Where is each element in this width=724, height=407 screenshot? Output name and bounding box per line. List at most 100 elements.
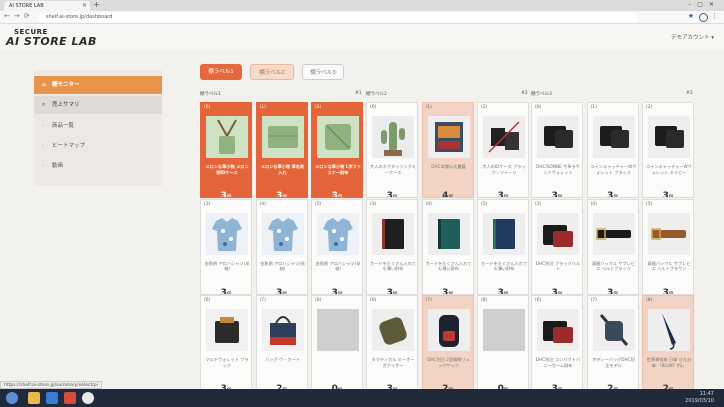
shelf-cell[interactable]: (4) カードをたくさん入れても薄い財布 3個 [421,198,474,295]
start-button[interactable] [6,392,18,404]
product-image [372,116,414,158]
shelf-cell[interactable]: (6)タクティカル キーオーガナイザー3個 [366,295,418,391]
product-image [427,309,470,351]
cell-index: (4) [590,201,597,207]
cell-index: (1) [259,105,266,110]
shelf-cell[interactable]: (2) コインキャッチャーWウォレット ネイビー 3個 [642,102,694,198]
cell-index: (2) [481,105,488,110]
shelf-cell[interactable]: (5) カードをたくさん入れても薄い財布 3個 [477,198,529,295]
star-icon[interactable]: ★ [688,12,694,20]
shelf-cell[interactable]: (8)世界最強傘 日傘 ひ九分傘 「BLUNT XS」2個 [642,295,694,391]
home-icon: ⌂ [42,82,46,88]
shelf-cell[interactable]: (8)0個 [311,295,363,391]
product-image [261,309,304,351]
product-image [261,212,304,255]
product-name: カードをたくさん入れても薄い財布 [370,260,416,272]
shelf-cell[interactable]: (7)ボディーバッグDHC別注モデル2個 [586,295,639,391]
logo[interactable]: AI STORE LAB [6,35,97,48]
account-menu[interactable]: デモアカウント ▾ [671,33,714,41]
product-count: 3個 [276,191,287,198]
product-count: 3個 [386,191,398,198]
shelf-cell[interactable]: (0) DHC/SONNE 牛革ラウンドウォレット 3個 [531,102,583,198]
cell-index: (3) [204,201,211,207]
sidebar-item-heatmap[interactable]: · ヒートマップ [34,137,162,155]
shelf-cell[interactable]: (1) コインキャッチャーWウォレット ブラック 3個 [586,102,639,198]
profile-icon[interactable] [699,13,708,22]
shelf-cell[interactable]: (7)バッグ ウ・カート2個 [255,295,308,391]
shelf-cell[interactable]: (2) メロンな革小物 L字ファスナー財布 3個 [311,102,363,198]
browser-address-bar: ←→⟳ shelf.ai-store.jp/dashboard ★ ⋮ [0,11,724,24]
status-url: https://shelf.ai-store.jp/summary/select… [0,381,102,389]
product-count: 3個 [276,287,287,295]
cell-index: (2) [315,105,322,110]
shelf-number: #3 [686,91,693,96]
sidebar-item-video[interactable]: · 動画 [34,157,162,175]
product-name: メロンな革小物 L字ファスナー財布 [315,164,361,175]
menu-icon[interactable]: ⋮ [711,12,718,20]
cell-index: (7) [259,298,266,303]
cell-index: (6) [204,298,211,303]
tab-shelf-2[interactable]: 棚ラベル2 [250,64,294,80]
app-icon[interactable] [46,392,58,404]
shelf-cell[interactable]: (0) メロンな革小物 メロン柄IDケース 3個 [200,102,252,198]
product-name: 真鍮バックル サブレビエ ベルトブラック [591,260,636,272]
product-count: 3個 [386,287,398,295]
shelf-cell[interactable]: (3) カードをたくさん入れても薄い財布 3個 [366,198,418,295]
close-icon[interactable]: ✕ [82,1,87,11]
clock-date: 2019/03/10 [685,398,714,404]
shelf-cell[interactable]: (3) DHC別注 ブラックベルト 3個 [531,198,583,295]
shelf-cell[interactable]: (4) 金魚柄 アロハシャツ(長袖) 3個 [255,198,308,295]
shelf-cell[interactable]: (2) 大人のIDケース ブラック・ツイード 3個 [477,102,529,198]
shelf-cell[interactable]: (3) 金魚柄 アロハシャツ(半袖) 3個 [200,198,252,295]
product-name: DHC別注 2室開閉リュックサック [427,357,470,368]
sidebar-item-sales-summary[interactable]: ⌕ 売上サマリ [34,96,162,114]
chrome-icon[interactable] [82,392,94,404]
shelf-cell[interactable]: (1) メロンな革小物 革名刺入れ 3個 [255,102,308,198]
folder-icon[interactable] [28,392,40,404]
cell-index: (3) [535,201,542,207]
product-name: メロンな革小物 メロン柄IDケース [205,164,249,175]
product-image [317,212,359,255]
bullet-icon: · [42,163,44,169]
shelf-cell[interactable]: (1) DHC本舗公式書籍 4個 [421,102,474,198]
shelf-title: 棚ラベル1 [200,92,221,97]
cell-index: (5) [315,201,322,207]
shelf-cell[interactable]: (5) 金魚柄 アロハシャツ(半袖) 3個 [311,198,363,295]
product-image [648,116,690,158]
product-image [648,212,690,255]
product-image [483,309,525,351]
shelf-number: #1 [355,91,362,96]
product-image [592,116,635,158]
browser-nav-buttons[interactable]: ←→⟳ [4,12,34,20]
shelf-cell[interactable]: (8)0個 [477,295,529,391]
product-count: 4個 [442,191,453,198]
url-input[interactable]: shelf.ai-store.jp/dashboard [38,13,638,22]
cell-index: (4) [259,201,266,207]
shelf-cell[interactable]: (4) 真鍮バックル サブレビエ ベルトブラック 3個 [586,198,639,295]
shelf-cell[interactable]: (5) 真鍮バックル サブレビエ ベルトブラウン 3個 [642,198,694,295]
sidebar-item-shelf-monitor[interactable]: ⌂ 棚モニター [34,76,162,94]
cell-index: (2) [646,105,653,110]
tab-shelf-3[interactable]: 棚ラベル3 [302,64,344,80]
shelf-cell[interactable]: (7)DHC別注 2室開閉リュックサック2個 [421,295,474,391]
product-image [592,212,635,255]
browser-tab[interactable]: AI STORE LAB ✕ [4,1,90,11]
tab-shelf-1[interactable]: 棚ラベル1 [200,64,242,80]
sidebar: ⌂ 棚モニター ⌕ 売上サマリ · 商品一覧 · ヒートマップ · 動画 [34,70,162,186]
bullet-icon: · [42,143,44,149]
product-count: 3個 [331,191,343,198]
shelf-cell[interactable]: (0) 大人のネクタイリングキーケース 3個 [366,102,418,198]
window-controls[interactable]: –▢✕ [688,0,720,10]
cell-index: (6) [370,298,377,303]
product-image [483,212,525,255]
product-image [537,116,579,158]
shelf-cell[interactable]: (6)DHC別注 コンパクトバニーカーム財布3個 [531,295,583,391]
media-icon[interactable] [64,392,76,404]
cell-index: (1) [590,105,597,110]
shelf-cell[interactable]: (6)マルチウォレット ブラック3個 [200,295,252,391]
new-tab-button[interactable]: + [93,0,100,10]
cell-index: (0) [535,105,542,110]
product-name: 金魚柄 アロハシャツ(半袖) [204,260,250,272]
sidebar-item-products[interactable]: · 商品一覧 [34,117,162,135]
cell-index: (0) [370,105,377,110]
